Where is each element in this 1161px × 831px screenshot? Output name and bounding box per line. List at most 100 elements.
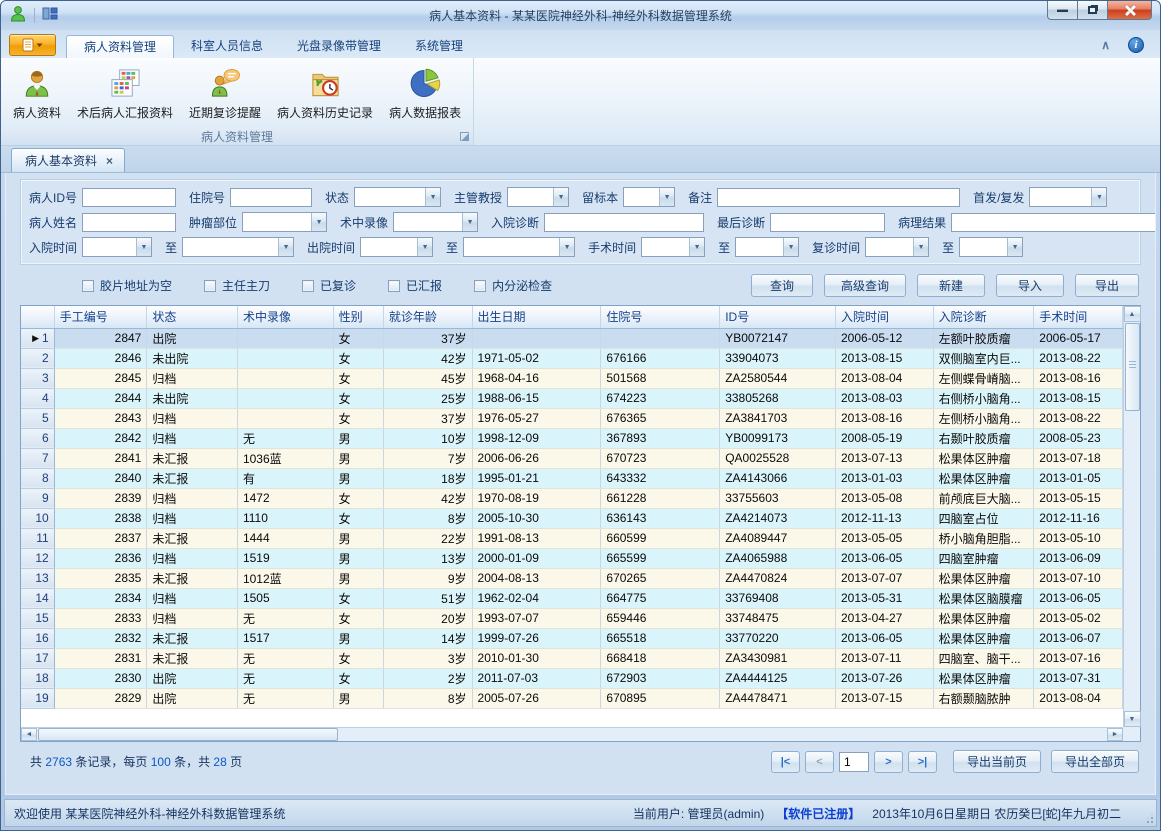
table-row[interactable]: 92839归档1472女42岁1970-08-19661228337556032… (21, 488, 1123, 508)
cell-age-at-visit[interactable]: 3岁 (383, 648, 472, 668)
ribbon-button-post-op-report[interactable]: 术后病人汇报资料 (69, 62, 181, 128)
cell-status[interactable]: 归档 (147, 488, 238, 508)
cell-inpatient-no[interactable] (601, 328, 720, 348)
cell-gender[interactable]: 男 (333, 428, 383, 448)
table-row[interactable]: 162832未汇报1517男14岁1999-07-266655183377022… (21, 628, 1123, 648)
column-header-surgery-date[interactable]: 手术时间 (1034, 306, 1123, 328)
cell-admission-date[interactable]: 2013-07-07 (835, 568, 933, 588)
cell-admission-diagnosis[interactable]: 前颅底巨大脑... (933, 488, 1034, 508)
cell-status[interactable]: 出院 (147, 668, 238, 688)
scroll-down-icon[interactable]: ▼ (1124, 711, 1141, 727)
cell-manual-no[interactable]: 2832 (54, 628, 147, 648)
column-header-gender[interactable]: 性别 (333, 306, 383, 328)
cell-surgery-video[interactable]: 1472 (237, 488, 333, 508)
dropdown-arrow-icon[interactable]: ▼ (136, 238, 151, 256)
cell-id-no[interactable]: ZA4065988 (720, 548, 836, 568)
filter-combo-status[interactable]: ▼ (354, 187, 441, 207)
prev-page-button[interactable]: < (805, 751, 834, 773)
cell-manual-no[interactable]: 2840 (54, 468, 147, 488)
cell-surgery-video[interactable]: 1517 (237, 628, 333, 648)
row-selector[interactable]: 19 (21, 688, 54, 708)
cell-admission-diagnosis[interactable]: 松果体区肿瘤 (933, 448, 1034, 468)
cell-surgery-date[interactable]: 2012-11-16 (1034, 508, 1123, 528)
cell-inpatient-no[interactable]: 668418 (601, 648, 720, 668)
cell-surgery-date[interactable]: 2013-08-22 (1034, 408, 1123, 428)
cell-birth-date[interactable]: 1998-12-09 (472, 428, 601, 448)
cell-age-at-visit[interactable]: 7岁 (383, 448, 472, 468)
cell-surgery-video[interactable]: 1519 (237, 548, 333, 568)
cell-manual-no[interactable]: 2844 (54, 388, 147, 408)
cell-inpatient-no[interactable]: 674223 (601, 388, 720, 408)
cell-status[interactable]: 未汇报 (147, 528, 238, 548)
cell-admission-date[interactable]: 2013-05-08 (835, 488, 933, 508)
cell-admission-diagnosis[interactable]: 右额颞脑脓肿 (933, 688, 1034, 708)
cell-admission-date[interactable]: 2008-05-19 (835, 428, 933, 448)
tab-system-management[interactable]: 系统管理 (398, 35, 480, 58)
cell-admission-diagnosis[interactable]: 右颞叶胶质瘤 (933, 428, 1034, 448)
cell-age-at-visit[interactable]: 10岁 (383, 428, 472, 448)
cell-admission-date[interactable]: 2013-06-05 (835, 628, 933, 648)
row-selector[interactable]: 2 (21, 348, 54, 368)
layout-grid-icon[interactable] (42, 6, 58, 25)
dropdown-arrow-icon[interactable]: ▼ (1091, 188, 1106, 206)
filter-input-final-diagnosis[interactable] (770, 213, 885, 232)
cell-admission-date[interactable]: 2013-05-05 (835, 528, 933, 548)
cell-gender[interactable]: 女 (333, 648, 383, 668)
cell-birth-date[interactable]: 1995-01-21 (472, 468, 601, 488)
cell-surgery-video[interactable] (237, 328, 333, 348)
cell-admission-date[interactable]: 2013-07-15 (835, 688, 933, 708)
cell-surgery-date[interactable]: 2008-05-23 (1034, 428, 1123, 448)
tab-patient-data-management[interactable]: 病人资料管理 (66, 35, 174, 58)
cell-manual-no[interactable]: 2836 (54, 548, 147, 568)
row-selector[interactable]: 7 (21, 448, 54, 468)
cell-gender[interactable]: 女 (333, 368, 383, 388)
cell-birth-date[interactable]: 2006-06-26 (472, 448, 601, 468)
cell-admission-diagnosis[interactable]: 松果体区肿瘤 (933, 668, 1034, 688)
cell-status[interactable]: 归档 (147, 428, 238, 448)
collapse-ribbon-icon[interactable]: ∧ (1101, 40, 1110, 50)
cell-status[interactable]: 归档 (147, 508, 238, 528)
cell-admission-date[interactable]: 2013-07-13 (835, 448, 933, 468)
close-button[interactable] (1107, 1, 1152, 20)
filter-combo-first-or-recurrence[interactable]: ▼ (1029, 187, 1107, 207)
cell-inpatient-no[interactable]: 665518 (601, 628, 720, 648)
checkbox-revisited[interactable]: 已复诊 (302, 277, 356, 294)
cell-status[interactable]: 未汇报 (147, 648, 238, 668)
filter-input-inpatient-no[interactable] (230, 188, 312, 207)
cell-id-no[interactable]: 33748475 (720, 608, 836, 628)
dropdown-arrow-icon[interactable]: ▼ (425, 188, 440, 206)
scroll-right-icon[interactable]: ► (1107, 728, 1123, 741)
query-button[interactable]: 查询 (751, 274, 813, 297)
cell-birth-date[interactable] (472, 328, 601, 348)
filter-combo-specimen[interactable]: ▼ (623, 187, 675, 207)
filter-combo-tumor-site[interactable]: ▼ (242, 212, 327, 232)
cell-status[interactable]: 归档 (147, 608, 238, 628)
row-selector[interactable]: 16 (21, 628, 54, 648)
cell-status[interactable]: 归档 (147, 548, 238, 568)
table-row[interactable]: 22846未出院女42岁1971-05-02676166339040732013… (21, 348, 1123, 368)
cell-birth-date[interactable]: 1988-06-15 (472, 388, 601, 408)
row-selector[interactable]: 14 (21, 588, 54, 608)
cell-age-at-visit[interactable]: 14岁 (383, 628, 472, 648)
table-row[interactable]: 182830出院无女2岁2011-07-03672903ZA4444125201… (21, 668, 1123, 688)
vertical-scrollbar[interactable]: ▲ ▼ (1123, 306, 1140, 727)
cell-birth-date[interactable]: 1971-05-02 (472, 348, 601, 368)
column-header-admission-date[interactable]: 入院时间 (835, 306, 933, 328)
table-row[interactable]: 122836归档1519男13岁2000-01-09665599ZA406598… (21, 548, 1123, 568)
cell-surgery-video[interactable] (237, 368, 333, 388)
filter-combo-surgery-date-to[interactable]: ▼ (735, 237, 799, 257)
column-header-surgery-video[interactable]: 术中录像 (237, 306, 333, 328)
cell-surgery-date[interactable]: 2013-06-09 (1034, 548, 1123, 568)
checkbox-box[interactable] (474, 280, 486, 292)
cell-gender[interactable]: 女 (333, 508, 383, 528)
table-row[interactable]: ▶12847出院女37岁YB00721472006-05-12左额叶胶质瘤200… (21, 328, 1123, 348)
cell-admission-diagnosis[interactable]: 松果体区肿瘤 (933, 628, 1034, 648)
checkbox-box[interactable] (204, 280, 216, 292)
cell-status[interactable]: 归档 (147, 588, 238, 608)
checkbox-box[interactable] (388, 280, 400, 292)
cell-admission-diagnosis[interactable]: 左侧蝶骨嵴脑... (933, 368, 1034, 388)
cell-manual-no[interactable]: 2829 (54, 688, 147, 708)
cell-inpatient-no[interactable]: 665599 (601, 548, 720, 568)
cell-admission-date[interactable]: 2013-08-04 (835, 368, 933, 388)
filter-input-pathology-result[interactable] (951, 213, 1156, 232)
